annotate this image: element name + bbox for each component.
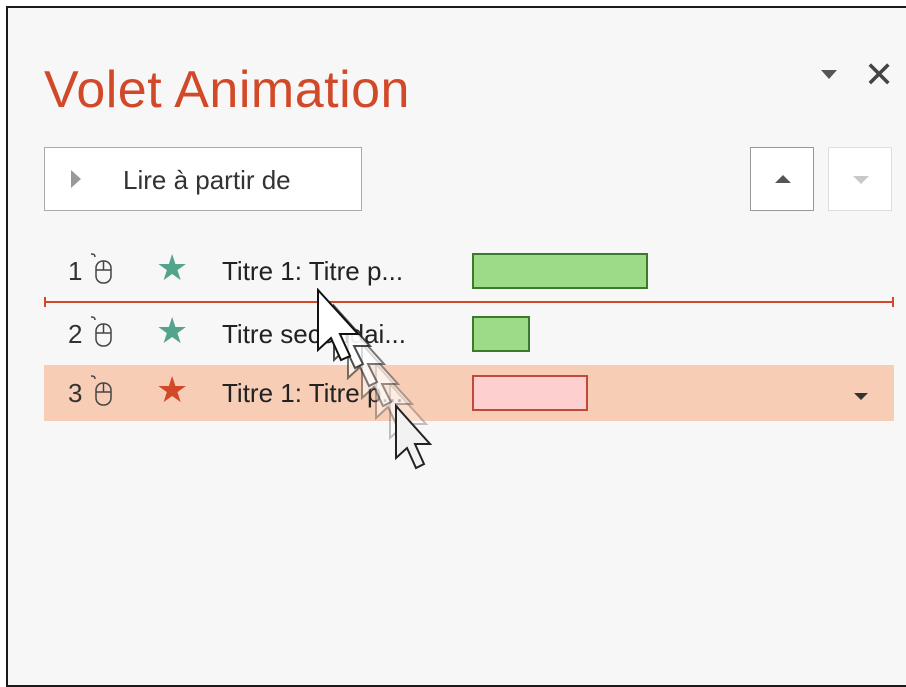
arrow-down-icon: [853, 176, 869, 184]
animation-item-label: Titre 1: Titre p...: [222, 256, 404, 286]
animation-pane: Volet Animation ✕ Lire à partir de 1 ★ T…: [6, 6, 906, 687]
timeline-bar[interactable]: [472, 375, 588, 411]
move-earlier-button[interactable]: [750, 147, 814, 211]
play-from-label: Lire à partir de: [123, 165, 291, 195]
timeline-bar[interactable]: [472, 316, 530, 352]
play-from-button[interactable]: Lire à partir de: [44, 147, 362, 211]
animation-item-2[interactable]: 2 ★ Titre secondai...: [44, 306, 894, 362]
move-later-button[interactable]: [828, 147, 892, 211]
animation-order-number: 1: [68, 256, 83, 286]
chevron-down-icon[interactable]: [821, 70, 837, 79]
mouse-icon: [90, 316, 112, 347]
animation-order-number: 3: [68, 378, 83, 408]
animation-item-1[interactable]: 1 ★ Titre 1: Titre p...: [44, 243, 894, 299]
star-icon: ★: [156, 248, 189, 289]
animation-item-3[interactable]: 3 ★ Titre 1: Titre p...: [44, 365, 894, 421]
animation-item-label: Titre 1: Titre p...: [222, 378, 404, 408]
mouse-icon: [90, 375, 112, 406]
star-icon: ★: [156, 311, 189, 352]
chevron-down-icon[interactable]: [854, 393, 868, 400]
star-icon: ★: [156, 370, 189, 411]
pane-title: Volet Animation: [44, 61, 410, 119]
animation-item-label: Titre secondai...: [222, 319, 407, 349]
animation-order-number: 2: [68, 319, 83, 349]
close-icon[interactable]: ✕: [864, 58, 894, 94]
timeline-bar[interactable]: [472, 253, 648, 289]
arrow-up-icon: [775, 175, 791, 183]
drop-indicator: [44, 297, 894, 307]
mouse-icon: [90, 253, 112, 284]
play-icon: [71, 170, 81, 188]
